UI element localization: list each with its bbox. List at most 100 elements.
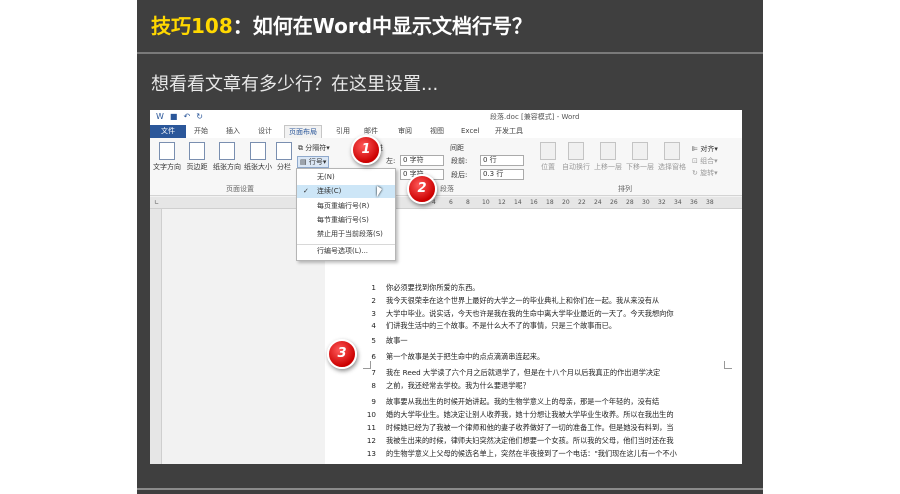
line-number: 1 (371, 283, 376, 292)
tab-design[interactable]: 设计 (258, 125, 272, 138)
line-text: 的生物学意义上父母的候选名单上，突然在半夜接到了一个电话："我们现在这儿有一个不… (386, 449, 677, 458)
bring-forward-icon (600, 142, 616, 160)
ruler-tick: 34 (674, 199, 682, 206)
document-line: 4 们讲我生活中的三个故事。不是什么大不了的事情，只是三个故事而已。 (346, 320, 742, 332)
word-screenshot: W ■ ↶ ↻ 段落.doc [兼容模式] - Word 文件 开始 插入 设计… (150, 110, 742, 464)
horizontal-ruler[interactable]: ∟ 4 6 8 10 12 14 16 18 20 22 24 26 28 30… (150, 197, 742, 209)
document-line: 12 我被生出来的时候，律师夫妇突然决定他们想要一个女孩。所以我的父母，他们当时还… (346, 435, 742, 447)
spacing-before-field[interactable]: 0 行 (480, 155, 524, 166)
menu-item-restart-each-page[interactable]: 每页重编行号(R) (297, 200, 395, 213)
slide-title: 技巧108：如何在Word中显示文档行号？ (151, 8, 532, 44)
page-size-icon (250, 142, 266, 160)
redo-icon[interactable]: ↻ (196, 112, 203, 121)
line-text: 婚的大学毕业生。她决定让别人收养我，她十分想让我被大学毕业生收养。所以在我出生的 (386, 410, 674, 419)
spacing-after-field[interactable]: 0.3 行 (480, 169, 524, 180)
ruler-tick: 36 (690, 199, 698, 206)
menu-item-restart-each-section[interactable]: 每节重编行号(S) (297, 214, 395, 227)
ruler-tick: 22 (578, 199, 586, 206)
menu-item-none[interactable]: 无(N) (297, 171, 395, 184)
columns-icon (276, 142, 292, 160)
line-number: 9 (371, 397, 376, 406)
ruler-tick: 6 (449, 199, 453, 206)
spacing-after-label: 段后: (451, 171, 468, 179)
spacing-header: 间距 (450, 144, 464, 152)
document-line: 5 故事一 (346, 335, 742, 347)
line-number: 8 (371, 381, 376, 390)
callout-badge-3: 3 (327, 339, 357, 369)
ruler-tick: 8 (466, 199, 470, 206)
ruler-tick: 26 (610, 199, 618, 206)
ruler-tick: 10 (482, 199, 490, 206)
slide-subtitle: 想看看文章有多少行？在这里设置... (151, 74, 439, 95)
document-line: 13 的生物学意义上父母的候选名单上，突然在半夜接到了一个电话："我们现在这儿有一… (346, 448, 742, 460)
mouse-cursor-icon (377, 186, 382, 197)
slide: 技巧108：如何在Word中显示文档行号？ 想看看文章有多少行？在这里设置...… (137, 0, 763, 494)
line-number: 7 (371, 368, 376, 377)
tab-insert[interactable]: 插入 (226, 125, 240, 138)
selection-pane-button[interactable]: 选择窗格 (656, 142, 688, 172)
ruler-tick: 14 (514, 199, 522, 206)
tab-review[interactable]: 审阅 (398, 125, 412, 138)
ruler-tick: 32 (658, 199, 666, 206)
undo-icon[interactable]: ↶ (183, 112, 190, 121)
ruler-tick: 30 (642, 199, 650, 206)
save-icon[interactable]: ■ (170, 112, 178, 121)
tab-home[interactable]: 开始 (194, 125, 208, 138)
tab-selector-icon[interactable]: ∟ (154, 199, 159, 206)
menu-item-line-numbering-options[interactable]: 行编号选项(L)... (297, 244, 395, 257)
size-button[interactable]: 纸张大小 (243, 142, 273, 172)
line-text: 第一个故事是关于把生命中的点点滴滴串连起来。 (386, 352, 545, 361)
paragraph-group-label: 段落 (440, 185, 454, 193)
line-text: 我今天很荣幸在这个世界上最好的大学之一的毕业典礼上和你们在一起。我从来没有从 (386, 296, 660, 305)
margins-button[interactable]: 页边距 (183, 142, 211, 172)
line-text: 故事一 (386, 336, 408, 345)
breaks-button[interactable]: ⧉ 分隔符▾ (298, 143, 330, 153)
vertical-ruler[interactable] (150, 209, 162, 464)
line-number: 11 (366, 423, 376, 432)
menu-item-suppress-current-paragraph[interactable]: 禁止用于当前段落(S) (297, 228, 395, 241)
line-numbers-button[interactable]: ▤ 行号▾ (297, 156, 330, 168)
wrap-text-button[interactable]: 自动换行 (560, 142, 592, 172)
indent-left-label: 左: (386, 157, 396, 165)
document-line: 1 你必须要找到你所爱的东西。 (346, 282, 742, 294)
tab-excel[interactable]: Excel (461, 125, 480, 138)
line-number: 13 (366, 449, 376, 458)
ruler-tick: 20 (562, 199, 570, 206)
line-text: 大学中毕业。说实话，今天也许是我在我的生命中离大学毕业最近的一天了。今天我想向你 (386, 309, 674, 318)
indent-left-field[interactable]: 0 字符 (400, 155, 444, 166)
position-button[interactable]: 位置 (536, 142, 560, 172)
callout-badge-1: 1 (351, 135, 381, 165)
document-line: 2 我今天很荣幸在这个世界上最好的大学之一的毕业典礼上和你们在一起。我从来没有从 (346, 295, 742, 307)
document-line: 7 我在 Reed 大学读了六个月之后就退学了，但是在十八个月以后我真正的作出退学… (346, 367, 742, 379)
ruler-tick: 24 (594, 199, 602, 206)
text-direction-icon (159, 142, 175, 160)
text-direction-button[interactable]: 文字方向 (152, 142, 182, 172)
ruler-tick: 12 (498, 199, 506, 206)
align-button[interactable]: ⊫ 对齐▾ (692, 144, 718, 154)
page-setup-group-label: 页面设置 (226, 185, 254, 193)
orientation-button[interactable]: 纸张方向 (212, 142, 242, 172)
wrap-text-icon (568, 142, 584, 160)
ruler-tick: 16 (530, 199, 538, 206)
word-logo-icon: W (156, 112, 164, 121)
tab-developer[interactable]: 开发工具 (495, 125, 523, 138)
tab-page-layout[interactable]: 页面布局 (284, 125, 322, 138)
line-number: 10 (366, 410, 376, 419)
document-lines: 1 你必须要找到你所爱的东西。 2 我今天很荣幸在这个世界上最好的大学之一的毕业典礼上… (346, 278, 742, 464)
rotate-button[interactable]: ↻ 旋转▾ (692, 168, 718, 178)
line-number: 2 (371, 296, 376, 305)
tab-file[interactable]: 文件 (150, 125, 186, 138)
tip-title: ：如何在Word中显示文档行号？ (232, 14, 533, 38)
send-backward-button[interactable]: 下移一层 (624, 142, 656, 172)
group-button[interactable]: ⊡ 组合▾ (692, 156, 718, 166)
margins-icon (189, 142, 205, 160)
columns-button[interactable]: 分栏 (274, 142, 294, 172)
bring-forward-button[interactable]: 上移一层 (592, 142, 624, 172)
orientation-icon (219, 142, 235, 160)
line-text: 之前，我还经常去学校。我为什么要退学呢？ (386, 381, 530, 390)
line-number: 4 (371, 321, 376, 330)
line-number: 3 (371, 309, 376, 318)
tab-references[interactable]: 引用 (336, 125, 350, 138)
checkmark-icon: ✓ (303, 187, 309, 195)
tab-view[interactable]: 视图 (430, 125, 444, 138)
